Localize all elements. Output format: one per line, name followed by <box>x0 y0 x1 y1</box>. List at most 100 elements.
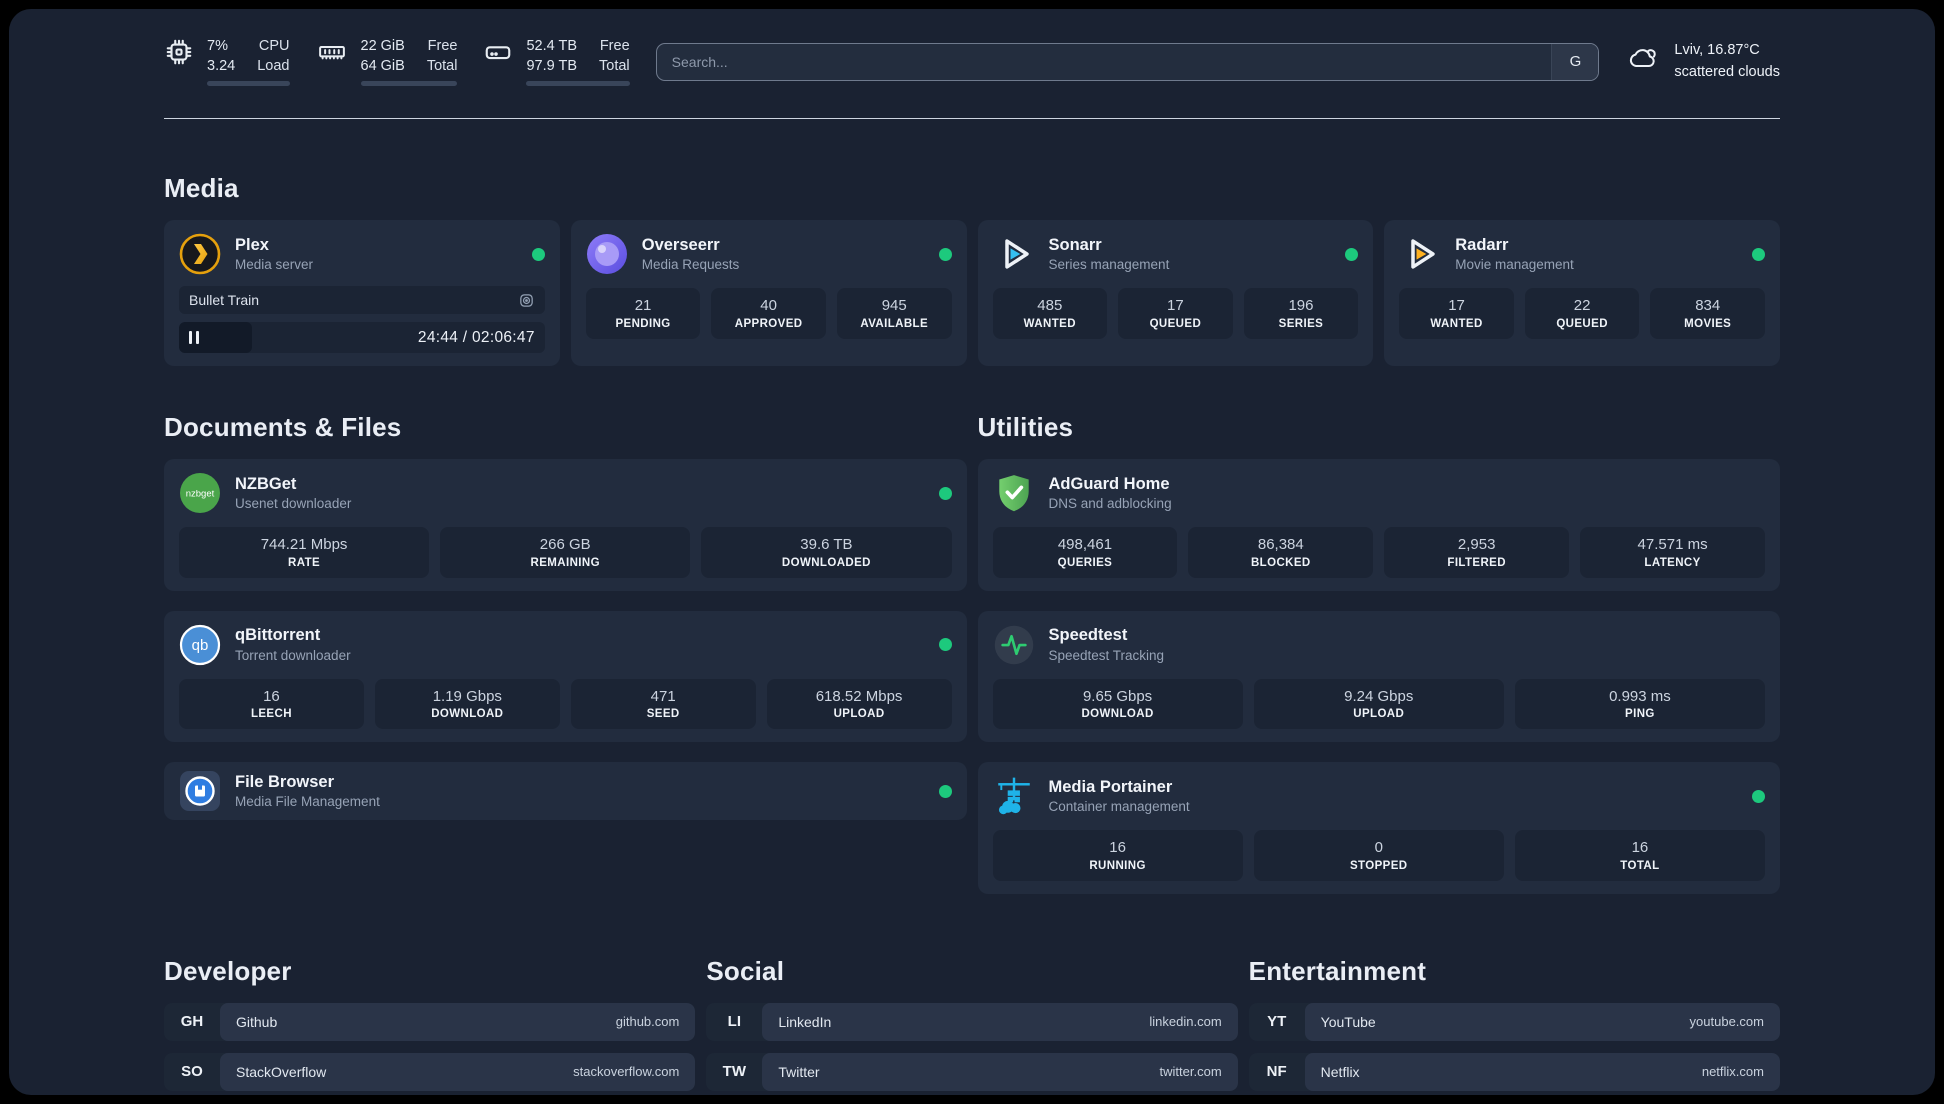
app-name: Radarr <box>1455 235 1509 254</box>
twitter-abbr-icon: TW <box>722 1063 746 1081</box>
storage-total-value: 97.9 TB <box>526 57 578 74</box>
app-card-adguard[interactable]: AdGuard Home DNS and adblocking 498,461 Q… <box>977 459 1780 591</box>
app-card-plex[interactable]: Plex Media server Bullet Train 24:44 / 0… <box>164 220 560 367</box>
app-name: Plex <box>235 235 269 254</box>
section-title-entertainment: Entertainment <box>1248 955 1427 986</box>
cpu-progress-bar <box>207 81 290 87</box>
status-dot <box>1752 789 1765 803</box>
app-desc: Movie management <box>1455 257 1574 273</box>
search-provider-button[interactable]: G <box>1551 43 1599 80</box>
cpu-usage-value: 7% <box>207 38 228 54</box>
stat-ping: 0.993 ms PING <box>1514 678 1765 730</box>
svg-text:qb: qb <box>192 637 209 654</box>
section-title-utilities: Utilities <box>977 412 1074 443</box>
now-playing-row: Bullet Train <box>179 286 545 315</box>
stackoverflow-abbr-icon: SO <box>181 1063 203 1081</box>
section-entertainment: Entertainment YT YouTube youtube.com NF … <box>1248 955 1780 1095</box>
now-playing-title: Bullet Train <box>189 292 260 309</box>
section-title-documents: Documents & Files <box>164 412 402 443</box>
qbittorrent-icon: qb <box>179 624 221 666</box>
cpu-usage-label: CPU <box>258 38 290 54</box>
status-dot <box>938 486 952 500</box>
storage-free-label: Free <box>599 38 630 54</box>
bookmark-netflix[interactable]: NF Netflix netflix.com <box>1248 1052 1780 1091</box>
search-bar: G <box>655 42 1600 81</box>
stat-downloaded: 39.6 TB DOWNLOADED <box>701 527 952 578</box>
stat-download: 9.65 Gbps DOWNLOAD <box>992 678 1243 730</box>
resource-widget-storage: 52.4 TB Free 97.9 TB Total <box>483 37 630 87</box>
svg-text:nzbget: nzbget <box>186 489 215 500</box>
app-card-radarr[interactable]: Radarr Movie management 17 WANTED 22 QUEUE… <box>1384 220 1780 367</box>
overseerr-icon <box>586 233 628 275</box>
app-card-nzbget[interactable]: nzbget NZBGet Usenet downloader 744.21 M… <box>164 459 967 591</box>
section-title-social: Social <box>706 955 785 986</box>
stat-available: 945 AVAILABLE <box>836 288 952 339</box>
app-card-sonarr[interactable]: Sonarr Series management 485 WANTED 17 QUE… <box>977 220 1374 367</box>
stat-queries: 498,461 QUERIES <box>992 527 1178 578</box>
app-name: qBittorrent <box>235 626 321 645</box>
radarr-icon <box>1399 233 1441 275</box>
pause-icon[interactable] <box>189 331 199 345</box>
memory-free-label: Free <box>427 38 458 54</box>
stat-pending: 21 PENDING <box>585 288 701 339</box>
weather-widget: Lviv, 16.87°C scattered clouds <box>1625 40 1780 84</box>
status-dot <box>938 247 952 261</box>
search-input[interactable] <box>656 43 1552 80</box>
status-dot <box>1345 247 1359 261</box>
cpu-icon <box>164 37 194 67</box>
stat-blocked: 86,384 BLOCKED <box>1188 527 1374 578</box>
stat-remaining: 266 GB REMAINING <box>440 527 691 578</box>
stat-wanted: 17 WANTED <box>1399 288 1514 339</box>
app-desc: Series management <box>1048 257 1170 273</box>
bookmark-twitter[interactable]: TW Twitter twitter.com <box>706 1052 1238 1091</box>
sonarr-icon <box>993 233 1035 275</box>
section-social: Social LI LinkedIn linkedin.com TW Twitt… <box>706 955 1238 1095</box>
youtube-abbr-icon: YT <box>1267 1013 1287 1031</box>
section-developer: Developer GH Github github.com SO StackO… <box>164 955 696 1095</box>
bookmark-linkedin[interactable]: LI LinkedIn linkedin.com <box>706 1002 1238 1041</box>
app-desc: Usenet downloader <box>235 496 352 512</box>
storage-icon <box>483 37 513 67</box>
stat-upload: 9.24 Gbps UPLOAD <box>1253 678 1504 730</box>
section-title-developer: Developer <box>164 955 292 986</box>
header-divider <box>164 118 1780 120</box>
stat-approved: 40 APPROVED <box>711 288 826 339</box>
app-name: NZBGet <box>235 474 297 493</box>
cpu-load-value: 3.24 <box>207 57 236 74</box>
section-media: Media Plex Media server Bullet Train 24:… <box>164 173 1780 367</box>
stat-upload: 618.52 Mbps UPLOAD <box>766 678 952 730</box>
memory-progress-bar <box>360 81 458 87</box>
stat-movies: 834 MOVIES <box>1650 288 1765 339</box>
bookmark-github[interactable]: GH Github github.com <box>164 1002 696 1041</box>
linkedin-abbr-icon: LI <box>727 1013 741 1031</box>
stat-queued: 17 QUEUED <box>1118 288 1233 339</box>
stat-total: 16 TOTAL <box>1514 830 1765 881</box>
netflix-abbr-icon: NF <box>1266 1063 1287 1081</box>
app-card-speedtest[interactable]: Speedtest Speedtest Tracking 9.65 Gbps DO… <box>977 610 1780 743</box>
app-name: Sonarr <box>1048 235 1102 254</box>
app-name: Overseerr <box>641 235 720 254</box>
memory-free-value: 22 GiB <box>360 38 405 54</box>
weather-condition: scattered clouds <box>1674 63 1780 80</box>
session-settings-icon[interactable] <box>518 292 535 309</box>
app-card-filebrowser[interactable]: File Browser Media File Management <box>164 762 967 821</box>
header-bar: 7% CPU 3.24 Load 22 GiB Free 64 GiB Tota… <box>164 37 1780 87</box>
status-dot <box>1752 247 1765 261</box>
app-card-qbittorrent[interactable]: qb qBittorrent Torrent downloader 16 LEE… <box>164 610 967 743</box>
app-desc: Media Requests <box>641 257 740 273</box>
playback-progress-bar: 24:44 / 02:06:47 <box>179 322 545 354</box>
app-card-overseerr[interactable]: Overseerr Media Requests 21 PENDING 40 APP… <box>570 220 967 367</box>
bookmark-youtube[interactable]: YT YouTube youtube.com <box>1248 1002 1780 1041</box>
app-desc: Container management <box>1048 799 1190 815</box>
dashboard-panel: 7% CPU 3.24 Load 22 GiB Free 64 GiB Tota… <box>9 9 1935 1095</box>
app-card-portainer[interactable]: Media Portainer Container management 16 R… <box>977 762 1780 894</box>
app-name: Speedtest <box>1048 626 1128 645</box>
resource-widget-cpu: 7% CPU 3.24 Load <box>164 37 290 87</box>
bookmark-stackoverflow[interactable]: SO StackOverflow stackoverflow.com <box>164 1052 696 1091</box>
portainer-icon <box>993 775 1035 817</box>
playback-time: 24:44 / 02:06:47 <box>417 328 535 346</box>
stat-rate: 744.21 Mbps RATE <box>179 527 430 578</box>
section-utilities: Utilities AdGuard Home DNS and adblockin… <box>977 412 1780 894</box>
app-desc: Media server <box>235 257 314 273</box>
app-name: File Browser <box>235 772 335 791</box>
